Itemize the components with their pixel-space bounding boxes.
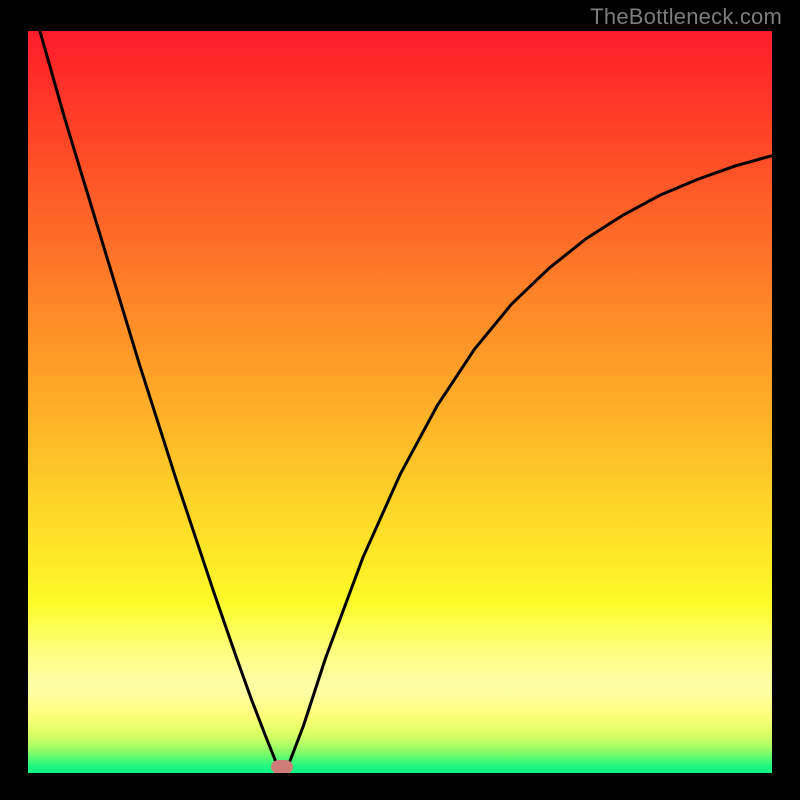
- attribution-label: TheBottleneck.com: [590, 4, 782, 30]
- plot-area: [28, 31, 772, 773]
- bottleneck-curve: [28, 31, 772, 773]
- optimal-point-marker: [271, 760, 293, 773]
- chart-stage: TheBottleneck.com: [0, 0, 800, 800]
